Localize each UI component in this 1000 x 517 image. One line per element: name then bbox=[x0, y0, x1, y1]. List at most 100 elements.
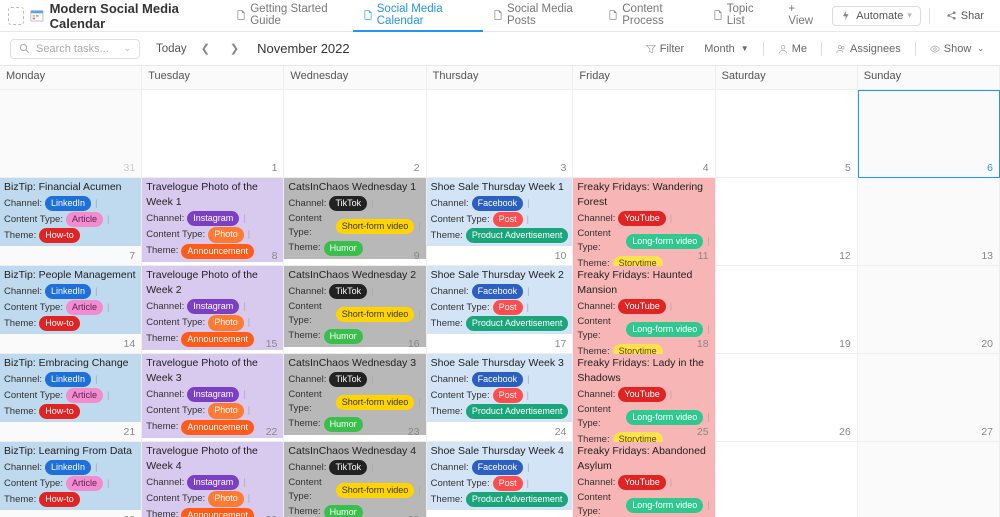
chevron-down-icon: ⌄ bbox=[123, 43, 131, 54]
calendar-cell[interactable] bbox=[716, 442, 858, 517]
calendar-cell[interactable]: Shoe Sale Thursday Week 2Channel:Faceboo… bbox=[427, 266, 574, 354]
calendar-event[interactable]: Freaky Fridays: Lady in the ShadowsChann… bbox=[573, 354, 714, 450]
calendar-cell[interactable]: CatsInChaos Wednesday 2Channel:TikTok|Co… bbox=[284, 266, 426, 354]
calendar-event[interactable]: BizTip: People ManagementChannel:LinkedI… bbox=[0, 266, 141, 334]
event-title: BizTip: People Management bbox=[4, 268, 137, 283]
calendar-cell[interactable]: BizTip: Financial AcumenChannel:LinkedIn… bbox=[0, 178, 142, 266]
calendar-event[interactable]: Travelogue Photo of the Week 1Channel:In… bbox=[142, 178, 283, 262]
calendar-event[interactable]: Shoe Sale Thursday Week 3Channel:Faceboo… bbox=[427, 354, 573, 422]
calendar-event[interactable]: BizTip: Learning From DataChannel:Linked… bbox=[0, 442, 141, 510]
content-type-pill: Long-form video bbox=[626, 322, 703, 337]
calendar-event[interactable]: Travelogue Photo of the Week 3Channel:In… bbox=[142, 354, 283, 438]
tab-content-process[interactable]: Content Process bbox=[598, 0, 703, 32]
date-number: 19 bbox=[839, 338, 851, 350]
calendar-cell[interactable]: 31 bbox=[0, 90, 142, 178]
calendar-event[interactable]: Shoe Sale Thursday Week 4Channel:Faceboo… bbox=[427, 442, 573, 510]
field-label: Content Type: bbox=[146, 404, 205, 418]
calendar-cell[interactable]: 20 bbox=[858, 266, 1000, 354]
me-filter-button[interactable]: Me bbox=[772, 41, 813, 57]
calendar-cell[interactable]: Freaky Fridays: Haunted MansionChannel:Y… bbox=[573, 266, 715, 354]
calendar-cell[interactable]: Travelogue Photo of the Week 1Channel:In… bbox=[142, 178, 284, 266]
calendar-cell[interactable]: Shoe Sale Thursday Week 1Channel:Faceboo… bbox=[427, 178, 574, 266]
calendar-cell[interactable]: 13 bbox=[858, 178, 1000, 266]
field-label: Channel: bbox=[288, 461, 326, 475]
calendar-cell[interactable]: CatsInChaos Wednesday 3Channel:TikTok|Co… bbox=[284, 354, 426, 442]
tab-social-media-calendar[interactable]: Social Media Calendar bbox=[353, 0, 483, 32]
calendar-event[interactable]: BizTip: Financial AcumenChannel:LinkedIn… bbox=[0, 178, 141, 246]
field-label: Channel: bbox=[431, 373, 469, 387]
calendar-cell[interactable]: BizTip: People ManagementChannel:LinkedI… bbox=[0, 266, 142, 354]
calendar-cell[interactable]: 27 bbox=[858, 354, 1000, 442]
calendar-event[interactable]: Freaky Fridays: Abandoned AsylumChannel:… bbox=[573, 442, 714, 517]
calendar-cell[interactable]: CatsInChaos Wednesday 4Channel:TikTok|Co… bbox=[284, 442, 426, 517]
search-input[interactable]: Search tasks... ⌄ bbox=[10, 39, 140, 59]
calendar-cell[interactable]: Travelogue Photo of the Week 3Channel:In… bbox=[142, 354, 284, 442]
event-title: Freaky Fridays: Lady in the Shadows bbox=[577, 356, 710, 386]
calendar-event[interactable]: CatsInChaos Wednesday 4Channel:TikTok|Co… bbox=[284, 442, 425, 517]
field-label: Channel: bbox=[288, 197, 326, 211]
tab-social-media-posts[interactable]: Social Media Posts bbox=[483, 0, 598, 32]
calendar-cell[interactable]: 5 bbox=[716, 90, 858, 178]
day-header: Thursday bbox=[427, 66, 574, 90]
field-label: Content Type: bbox=[4, 477, 63, 491]
today-button[interactable]: Today bbox=[156, 43, 187, 55]
field-label: Content Type: bbox=[288, 212, 332, 240]
calendar-event[interactable]: Shoe Sale Thursday Week 1Channel:Faceboo… bbox=[427, 178, 573, 246]
calendar-event[interactable]: Shoe Sale Thursday Week 2Channel:Faceboo… bbox=[427, 266, 573, 334]
calendar-cell[interactable]: Travelouge Photo of the Week 2Channel:In… bbox=[142, 266, 284, 354]
date-number: 3 bbox=[561, 162, 567, 174]
calendar-cell[interactable] bbox=[858, 442, 1000, 517]
tab-topic-list[interactable]: Topic List bbox=[703, 0, 777, 32]
channel-pill: TikTok bbox=[329, 196, 367, 211]
calendar-cell[interactable]: 2 bbox=[284, 90, 426, 178]
filter-button[interactable]: Filter bbox=[640, 41, 690, 57]
calendar-event[interactable]: Travelouge Photo of the Week 2Channel:In… bbox=[142, 266, 283, 350]
calendar-event[interactable]: Freaky Fridays: Haunted MansionChannel:Y… bbox=[573, 266, 714, 362]
calendar-event[interactable]: CatsInChaos Wednesday 1Channel:TikTok|Co… bbox=[284, 178, 425, 259]
channel-pill: YouTube bbox=[618, 299, 665, 314]
add-view-button[interactable]: + View bbox=[778, 0, 828, 32]
calendar-cell[interactable]: 4 bbox=[573, 90, 715, 178]
calendar-cell[interactable]: Freaky Fridays: Wandering ForestChannel:… bbox=[573, 178, 715, 266]
calendar-cell[interactable]: 19 bbox=[716, 266, 858, 354]
field-label: Channel: bbox=[431, 461, 469, 475]
share-button[interactable]: Shar bbox=[938, 7, 992, 25]
calendar-cell[interactable]: 1 bbox=[142, 90, 284, 178]
calendar-cell[interactable]: 6 bbox=[858, 90, 1000, 178]
field-label: Channel: bbox=[146, 212, 184, 226]
calendar-cell[interactable]: 3 bbox=[427, 90, 574, 178]
field-label: Content Type: bbox=[4, 213, 63, 227]
field-label: Content Type: bbox=[431, 213, 490, 227]
calendar-cell[interactable]: BizTip: Learning From DataChannel:Linked… bbox=[0, 442, 142, 517]
calendar-cell[interactable]: Shoe Sale Thursday Week 4Channel:Faceboo… bbox=[427, 442, 574, 517]
calendar-cell[interactable]: Freaky Fridays: Lady in the ShadowsChann… bbox=[573, 354, 715, 442]
calendar-event[interactable]: CatsInChaos Wednesday 2Channel:TikTok|Co… bbox=[284, 266, 425, 347]
next-month-button[interactable]: ❯ bbox=[224, 42, 245, 55]
divider bbox=[915, 42, 916, 56]
automate-button[interactable]: Automate▾ bbox=[832, 6, 921, 26]
app-logo-icon[interactable] bbox=[8, 7, 24, 25]
calendar-cell[interactable]: 12 bbox=[716, 178, 858, 266]
tab-getting-started-guide[interactable]: Getting Started Guide bbox=[226, 0, 353, 32]
content-type-pill: Article bbox=[66, 476, 103, 491]
calendar-event[interactable]: CatsInChaos Wednesday 3Channel:TikTok|Co… bbox=[284, 354, 425, 435]
content-type-pill: Photo bbox=[208, 491, 244, 506]
calendar-cell[interactable]: Shoe Sale Thursday Week 3Channel:Faceboo… bbox=[427, 354, 574, 442]
show-button[interactable]: Show⌄ bbox=[924, 41, 990, 57]
view-mode-button[interactable]: Month▼ bbox=[698, 41, 755, 57]
calendar-event[interactable]: Travelogue Photo of the Week 4Channel:In… bbox=[142, 442, 283, 517]
channel-pill: LinkedIn bbox=[45, 196, 91, 211]
calendar-cell[interactable]: 26 bbox=[716, 354, 858, 442]
calendar-event[interactable]: Freaky Fridays: Wandering ForestChannel:… bbox=[573, 178, 714, 274]
calendar-cell[interactable]: Freaky Fridays: Abandoned AsylumChannel:… bbox=[573, 442, 715, 517]
people-icon bbox=[836, 44, 846, 54]
prev-month-button[interactable]: ❮ bbox=[195, 42, 216, 55]
calendar-cell[interactable]: CatsInChaos Wednesday 1Channel:TikTok|Co… bbox=[284, 178, 426, 266]
calendar-cell[interactable]: BizTip: Embracing ChangeChannel:LinkedIn… bbox=[0, 354, 142, 442]
calendar-cell[interactable]: Travelogue Photo of the Week 4Channel:In… bbox=[142, 442, 284, 517]
assignees-button[interactable]: Assignees bbox=[830, 41, 907, 57]
calendar-event[interactable]: BizTip: Embracing ChangeChannel:LinkedIn… bbox=[0, 354, 141, 422]
field-label: Theme: bbox=[288, 505, 320, 517]
event-title: Freaky Fridays: Abandoned Asylum bbox=[577, 444, 710, 474]
field-label: Content Type: bbox=[577, 491, 623, 517]
